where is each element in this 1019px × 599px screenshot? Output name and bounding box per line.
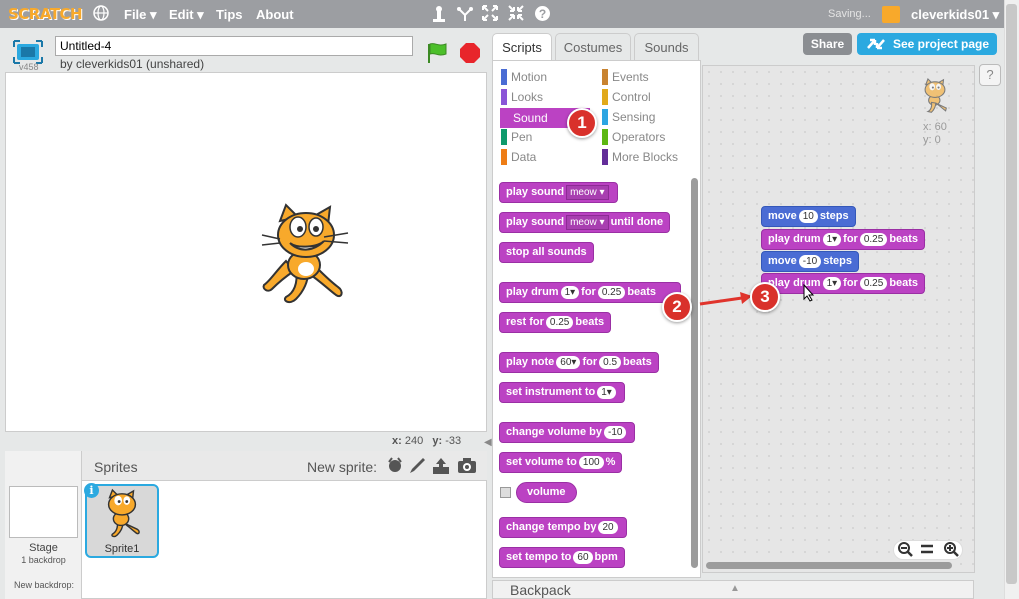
palette-scrollbar[interactable] <box>691 178 698 568</box>
upload-icon[interactable] <box>432 457 450 480</box>
folder-icon[interactable] <box>882 6 900 23</box>
tab-scripts[interactable]: Scripts <box>492 33 552 61</box>
annotation-badge-3: 3 <box>750 282 780 312</box>
page-scrollbar-thumb[interactable] <box>1006 4 1017 584</box>
stage-thumbnail[interactable] <box>9 486 78 538</box>
category-data[interactable]: Data <box>501 148 536 166</box>
zoom-reset-icon[interactable] <box>920 541 934 561</box>
mouse-cursor-icon <box>803 284 815 302</box>
category-operators[interactable]: Operators <box>602 128 665 146</box>
user-menu[interactable]: cleverkids01 ▾ <box>911 7 999 23</box>
annotation-badge-1: 1 <box>567 108 597 138</box>
stage-label: Stage <box>29 542 58 554</box>
paint-brush-icon[interactable] <box>408 457 426 480</box>
volume-checkbox[interactable] <box>500 487 511 498</box>
zoom-out-icon[interactable] <box>897 541 913 561</box>
grow-tool-icon[interactable] <box>482 5 498 26</box>
project-title-input[interactable] <box>55 36 413 56</box>
about-menu[interactable]: About <box>256 7 294 22</box>
project-byline: by cleverkids01 (unshared) <box>60 57 205 71</box>
category-pen[interactable]: Pen <box>501 128 532 146</box>
new-backdrop-label: New backdrop: <box>13 580 75 590</box>
block-set-volume[interactable]: set volume to 100% <box>499 452 623 473</box>
tips-menu[interactable]: Tips <box>216 7 243 22</box>
script-block-play-drum-2[interactable]: play drum 1▾ for 0.25 beats <box>761 273 926 294</box>
script-block-play-drum-1[interactable]: play drum 1▾ for 0.25 beats <box>761 229 926 250</box>
sprite-library-icon[interactable] <box>386 457 404 480</box>
block-rest-for[interactable]: rest for 0.25 beats <box>499 312 612 333</box>
sprite-corner-icon <box>924 78 947 113</box>
zoom-in-icon[interactable] <box>943 541 959 561</box>
tab-sounds[interactable]: Sounds <box>634 33 699 61</box>
fullscreen-icon[interactable] <box>13 40 43 64</box>
category-control[interactable]: Control <box>602 88 651 106</box>
edit-menu[interactable]: Edit ▾ <box>169 7 204 23</box>
annotation-badge-2: 2 <box>662 292 692 322</box>
see-project-label: See project page <box>893 37 990 51</box>
block-set-instrument[interactable]: set instrument to 1▾ <box>499 382 625 403</box>
cat-sprite-icon[interactable] <box>258 201 354 305</box>
sprite-position: x: 60 y: 0 <box>923 121 947 146</box>
help-tool-icon[interactable]: ? <box>534 5 551 27</box>
see-project-page-button[interactable]: See project page <box>857 33 997 55</box>
block-change-tempo[interactable]: change tempo by 20 <box>499 517 627 538</box>
file-menu[interactable]: File ▾ <box>124 7 157 23</box>
script-area-scrollbar[interactable] <box>706 562 952 569</box>
block-play-sound[interactable]: play sound meow ▾ <box>499 182 618 203</box>
sprites-title: Sprites <box>94 459 138 475</box>
block-play-sound-until-done[interactable]: play sound meow ▾ until done <box>499 212 671 233</box>
scratch-logo[interactable]: SCRATCH <box>8 5 83 23</box>
project-page-icon <box>867 38 885 50</box>
duplicate-tool-icon[interactable] <box>431 5 447 28</box>
saving-status: Saving... <box>828 8 871 20</box>
backdrop-count: 1 backdrop <box>21 555 66 565</box>
block-play-note[interactable]: play note 60▾ for 0.5 beats <box>499 352 659 373</box>
sound-dropdown[interactable]: meow ▾ <box>566 185 609 200</box>
backpack-expand-icon[interactable]: ▲ <box>730 583 740 594</box>
sprite-name: Sprite1 <box>104 543 140 555</box>
reporter-volume[interactable]: volume <box>516 482 577 503</box>
cut-tool-icon[interactable] <box>456 5 474 28</box>
version-label: v458 <box>19 62 39 72</box>
sprite-info-icon[interactable]: i <box>84 483 99 498</box>
globe-icon[interactable] <box>93 5 109 26</box>
tab-costumes[interactable]: Costumes <box>555 33 631 61</box>
share-button[interactable]: Share <box>803 33 852 55</box>
sound-dropdown[interactable]: meow ▾ <box>566 215 609 230</box>
green-flag-icon[interactable] <box>425 42 449 64</box>
stage-coordinates: x: 240 y: -33 <box>392 435 462 447</box>
script-block-move-neg10[interactable]: move -10 steps <box>761 251 859 272</box>
category-more-blocks[interactable]: More Blocks <box>602 148 678 166</box>
shrink-tool-icon[interactable] <box>508 5 524 26</box>
help-icon[interactable]: ? <box>979 64 1001 86</box>
category-motion[interactable]: Motion <box>501 68 547 86</box>
annotation-arrow <box>699 292 752 306</box>
svg-text:?: ? <box>539 7 546 21</box>
new-sprite-label: New sprite: <box>307 459 378 475</box>
category-sensing[interactable]: Sensing <box>602 108 655 126</box>
block-stop-all-sounds[interactable]: stop all sounds <box>499 242 594 263</box>
script-block-move-10[interactable]: move 10 steps <box>761 206 856 227</box>
category-events[interactable]: Events <box>602 68 649 86</box>
block-play-drum[interactable]: play drum 1▾ for 0.25 beats <box>499 282 681 303</box>
cat-thumbnail-icon <box>107 488 140 538</box>
stage-canvas[interactable] <box>5 72 487 432</box>
stop-sign-icon[interactable] <box>459 42 481 64</box>
block-set-tempo[interactable]: set tempo to 60 bpm <box>499 547 625 568</box>
category-looks[interactable]: Looks <box>501 88 543 106</box>
block-change-volume[interactable]: change volume by -10 <box>499 422 636 443</box>
collapse-stage-icon[interactable]: ◀ <box>484 437 492 448</box>
sprites-header <box>82 451 487 481</box>
camera-icon[interactable] <box>457 457 477 480</box>
